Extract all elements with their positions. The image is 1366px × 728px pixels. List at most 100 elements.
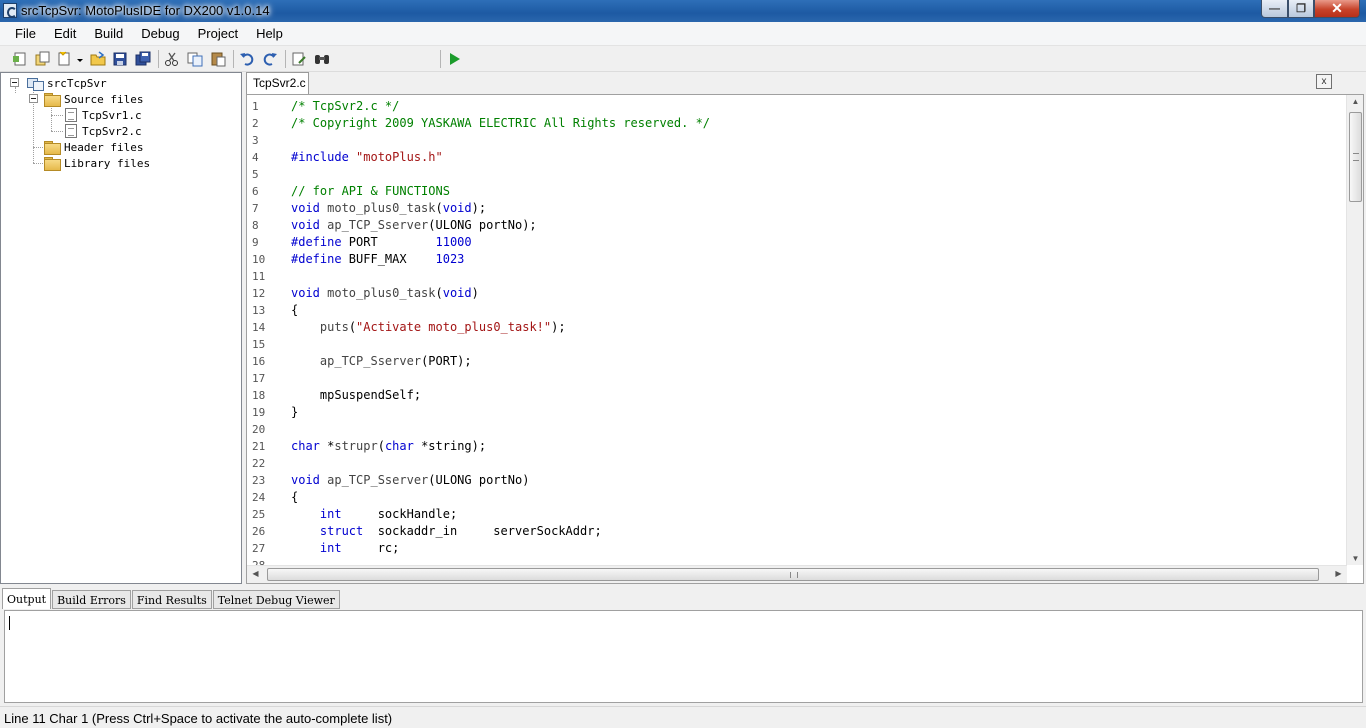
cut-icon[interactable] bbox=[164, 51, 180, 67]
tree-item-label: Source files bbox=[64, 92, 144, 106]
code-token: #define bbox=[291, 235, 349, 249]
scroll-left-icon[interactable]: ◀ bbox=[247, 569, 264, 578]
line-number: 22 bbox=[252, 457, 266, 470]
line-number: 19 bbox=[252, 406, 266, 419]
code-token: BUFF_MAX bbox=[348, 252, 436, 266]
code-token: (ULONG portNo) bbox=[428, 473, 530, 487]
scroll-right-icon[interactable]: ▶ bbox=[1330, 569, 1347, 578]
save-all-icon[interactable] bbox=[135, 51, 151, 67]
window-title: srcTcpSvr: MotoPlusIDE for DX200 v1.0.14 bbox=[21, 3, 270, 18]
tab-output[interactable]: Output bbox=[2, 588, 52, 609]
code-token: *string); bbox=[421, 439, 487, 453]
code-token: ( bbox=[435, 201, 443, 215]
code-token: moto_plus0_task bbox=[327, 201, 436, 215]
code-line: { bbox=[291, 303, 298, 317]
code-token: (PORT); bbox=[421, 354, 472, 368]
code-line: #define BUFF_MAX 1023 bbox=[291, 252, 464, 266]
code-editor[interactable]: 1 2 3 4 5 6 7 8 9 10 11 12 13 14 15 16 17 18 19 20 21 22 23 24 2… bbox=[246, 94, 1364, 584]
tree-item-label: Header files bbox=[64, 140, 144, 154]
line-number: 6 bbox=[252, 185, 259, 198]
line-number: 25 bbox=[252, 508, 266, 521]
scroll-up-icon[interactable]: ▲ bbox=[1347, 97, 1363, 106]
output-tabs: Output Build Errors Find Results Telnet … bbox=[2, 588, 341, 610]
save-icon[interactable] bbox=[112, 51, 128, 67]
code-token: // for API & FUNCTIONS bbox=[291, 184, 450, 198]
tab-build-errors[interactable]: Build Errors bbox=[52, 590, 131, 609]
tree-item-label: TcpSvr2.c bbox=[82, 124, 142, 138]
tree-item-label: srcTcpSvr bbox=[47, 76, 107, 90]
code-line: struct sockaddr_in serverSockAddr; bbox=[291, 524, 602, 538]
scroll-down-icon[interactable]: ▼ bbox=[1347, 554, 1363, 563]
menu-project[interactable]: Project bbox=[189, 26, 247, 41]
new-dropdown-icon[interactable] bbox=[57, 51, 85, 67]
code-token: } bbox=[291, 405, 299, 419]
tree-item-source-files[interactable]: Source files bbox=[44, 91, 143, 107]
undo-icon[interactable] bbox=[239, 51, 255, 67]
code-token: void bbox=[291, 218, 328, 232]
menu-file[interactable]: File bbox=[6, 26, 45, 41]
horizontal-scroll-thumb[interactable] bbox=[267, 568, 1319, 581]
code-token: int bbox=[319, 507, 378, 521]
tab-find-results[interactable]: Find Results bbox=[131, 590, 212, 609]
tab-telnet-debug-viewer[interactable]: Telnet Debug Viewer bbox=[212, 590, 340, 609]
output-panel[interactable] bbox=[4, 610, 1363, 703]
close-icon: x bbox=[1321, 76, 1327, 87]
code-token: (ULONG portNo); bbox=[428, 218, 537, 232]
vertical-scrollbar[interactable]: ▲ ▼ bbox=[1346, 95, 1363, 565]
menu-debug[interactable]: Debug bbox=[132, 26, 188, 41]
code-token: char bbox=[384, 439, 422, 453]
code-token: sockHandle; bbox=[377, 507, 458, 521]
code-token: 11000 bbox=[435, 235, 472, 249]
menu-edit[interactable]: Edit bbox=[45, 26, 85, 41]
code-token: void bbox=[291, 473, 328, 487]
menu-build[interactable]: Build bbox=[85, 26, 132, 41]
toolbar-separator bbox=[158, 50, 159, 68]
minimize-button[interactable]: — bbox=[1261, 0, 1288, 18]
close-icon: ✕ bbox=[1331, 0, 1343, 16]
code-token: void bbox=[442, 286, 472, 300]
c-file-icon bbox=[65, 124, 77, 138]
code-token: moto_plus0_task bbox=[327, 286, 436, 300]
tree-line bbox=[33, 163, 43, 164]
code-line: int sockHandle; bbox=[291, 507, 457, 521]
tab-tcpsvr2[interactable]: TcpSvr2.c bbox=[246, 72, 309, 94]
edit-file-icon[interactable] bbox=[291, 51, 307, 67]
open-icon[interactable] bbox=[90, 51, 106, 67]
code-line: /* TcpSvr2.c */ bbox=[291, 99, 399, 113]
tree-expander-source[interactable] bbox=[29, 94, 38, 103]
new-project-icon[interactable] bbox=[12, 51, 28, 67]
copy-icon[interactable] bbox=[187, 51, 203, 67]
code-token: ); bbox=[551, 320, 566, 334]
vertical-scroll-thumb[interactable] bbox=[1349, 112, 1362, 202]
line-number: 27 bbox=[252, 542, 266, 555]
tree-item-project[interactable]: srcTcpSvr bbox=[27, 75, 107, 91]
restore-icon: ❐ bbox=[1296, 3, 1306, 15]
code-line: #include "motoPlus.h" bbox=[291, 150, 443, 164]
code-token: { bbox=[291, 303, 299, 317]
tree-item-tcpsvr1[interactable]: TcpSvr1.c bbox=[65, 107, 142, 123]
code-line: } bbox=[291, 405, 298, 419]
find-icon[interactable] bbox=[314, 51, 330, 67]
line-number: 2 bbox=[252, 117, 259, 130]
code-line: char *strupr(char *string); bbox=[291, 439, 486, 453]
menu-help[interactable]: Help bbox=[247, 26, 292, 41]
horizontal-scrollbar[interactable]: ◀ ▶ bbox=[247, 565, 1347, 583]
tree-expander-root[interactable] bbox=[10, 78, 19, 87]
tree-item-header-files[interactable]: Header files bbox=[44, 139, 143, 155]
tree-item-library-files[interactable]: Library files bbox=[44, 155, 150, 171]
code-token: void bbox=[291, 286, 328, 300]
tree-line bbox=[15, 87, 16, 93]
code-line: void moto_plus0_task(void) bbox=[291, 286, 479, 300]
tree-item-label: Library files bbox=[64, 156, 151, 170]
close-button[interactable]: ✕ bbox=[1314, 0, 1360, 18]
line-number: 10 bbox=[252, 253, 266, 266]
run-icon[interactable] bbox=[447, 51, 463, 67]
code-token: sockaddr_in serverSockAddr; bbox=[377, 524, 602, 538]
close-document-button[interactable]: x bbox=[1316, 74, 1332, 89]
paste-icon[interactable] bbox=[210, 51, 226, 67]
redo-icon[interactable] bbox=[262, 51, 278, 67]
tree-item-tcpsvr2[interactable]: TcpSvr2.c bbox=[65, 123, 142, 139]
new-file-icon[interactable] bbox=[34, 51, 50, 67]
maximize-button[interactable]: ❐ bbox=[1288, 0, 1314, 18]
